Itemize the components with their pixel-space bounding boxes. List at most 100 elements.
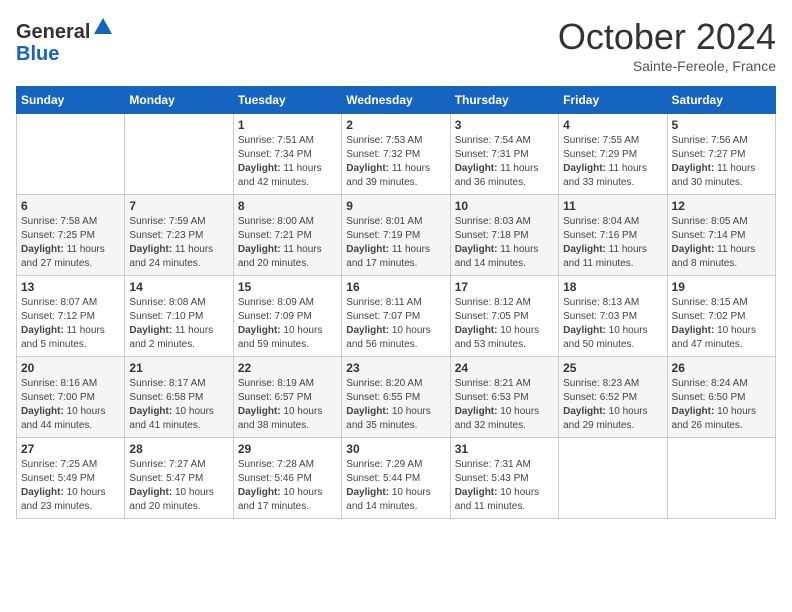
calendar-cell bbox=[667, 438, 775, 519]
day-number: 26 bbox=[672, 361, 771, 375]
day-info: Sunrise: 8:24 AMSunset: 6:50 PMDaylight:… bbox=[672, 377, 771, 433]
day-info: Sunrise: 7:29 AMSunset: 5:44 PMDaylight:… bbox=[346, 458, 445, 514]
day-info: Sunrise: 8:17 AMSunset: 6:58 PMDaylight:… bbox=[129, 377, 228, 433]
day-number: 27 bbox=[21, 442, 120, 456]
day-number: 4 bbox=[563, 118, 662, 132]
day-number: 23 bbox=[346, 361, 445, 375]
day-number: 14 bbox=[129, 280, 228, 294]
days-of-week-row: Sunday Monday Tuesday Wednesday Thursday… bbox=[17, 87, 776, 114]
day-info: Sunrise: 7:59 AMSunset: 7:23 PMDaylight:… bbox=[129, 215, 228, 271]
day-info: Sunrise: 8:03 AMSunset: 7:18 PMDaylight:… bbox=[455, 215, 554, 271]
header-thursday: Thursday bbox=[450, 87, 558, 114]
day-number: 8 bbox=[238, 199, 337, 213]
calendar-week-row: 6Sunrise: 7:58 AMSunset: 7:25 PMDaylight… bbox=[17, 195, 776, 276]
calendar-cell: 5 Sunrise: 7:56 AMSunset: 7:27 PMDaylight… bbox=[667, 114, 775, 195]
day-info: Sunrise: 8:21 AMSunset: 6:53 PMDaylight:… bbox=[455, 377, 554, 433]
day-number: 12 bbox=[672, 199, 771, 213]
header-friday: Friday bbox=[559, 87, 667, 114]
day-number: 24 bbox=[455, 361, 554, 375]
day-number: 29 bbox=[238, 442, 337, 456]
day-number: 6 bbox=[21, 199, 120, 213]
header-monday: Monday bbox=[125, 87, 233, 114]
day-number: 2 bbox=[346, 118, 445, 132]
calendar-cell: 26 Sunrise: 8:24 AMSunset: 6:50 PMDayligh… bbox=[667, 357, 775, 438]
calendar-week-row: 20 Sunrise: 8:16 AMSunset: 7:00 PMDayligh… bbox=[17, 357, 776, 438]
calendar-cell: 24 Sunrise: 8:21 AMSunset: 6:53 PMDayligh… bbox=[450, 357, 558, 438]
day-number: 22 bbox=[238, 361, 337, 375]
calendar-cell: 29 Sunrise: 7:28 AMSunset: 5:46 PMDayligh… bbox=[233, 438, 341, 519]
calendar-cell: 17 Sunrise: 8:12 AMSunset: 7:05 PMDayligh… bbox=[450, 276, 558, 357]
day-number: 15 bbox=[238, 280, 337, 294]
logo: General Blue bbox=[16, 16, 114, 65]
month-title: October 2024 bbox=[558, 16, 776, 58]
day-info: Sunrise: 8:19 AMSunset: 6:57 PMDaylight:… bbox=[238, 377, 337, 433]
calendar-cell: 14Sunrise: 8:08 AMSunset: 7:10 PMDayligh… bbox=[125, 276, 233, 357]
calendar-cell bbox=[559, 438, 667, 519]
day-info: Sunrise: 7:25 AMSunset: 5:49 PMDaylight:… bbox=[21, 458, 120, 514]
day-info: Sunrise: 8:07 AMSunset: 7:12 PMDaylight:… bbox=[21, 296, 120, 352]
calendar-cell: 9Sunrise: 8:01 AMSunset: 7:19 PMDaylight… bbox=[342, 195, 450, 276]
location-subtitle: Sainte-Fereole, France bbox=[558, 58, 776, 74]
calendar-week-row: 27 Sunrise: 7:25 AMSunset: 5:49 PMDayligh… bbox=[17, 438, 776, 519]
title-block: October 2024 Sainte-Fereole, France bbox=[558, 16, 776, 74]
calendar-week-row: 1Sunrise: 7:51 AMSunset: 7:34 PMDaylight… bbox=[17, 114, 776, 195]
calendar-cell bbox=[125, 114, 233, 195]
calendar-cell: 18Sunrise: 8:13 AMSunset: 7:03 PMDayligh… bbox=[559, 276, 667, 357]
calendar-cell: 16Sunrise: 8:11 AMSunset: 7:07 PMDayligh… bbox=[342, 276, 450, 357]
calendar-cell: 22 Sunrise: 8:19 AMSunset: 6:57 PMDayligh… bbox=[233, 357, 341, 438]
calendar-cell: 12Sunrise: 8:05 AMSunset: 7:14 PMDayligh… bbox=[667, 195, 775, 276]
day-number: 5 bbox=[672, 118, 771, 132]
day-number: 20 bbox=[21, 361, 120, 375]
day-number: 11 bbox=[563, 199, 662, 213]
calendar-header: Sunday Monday Tuesday Wednesday Thursday… bbox=[17, 87, 776, 114]
calendar-cell: 11 Sunrise: 8:04 AMSunset: 7:16 PMDayligh… bbox=[559, 195, 667, 276]
day-info: Sunrise: 8:00 AMSunset: 7:21 PMDaylight:… bbox=[238, 215, 337, 271]
day-number: 31 bbox=[455, 442, 554, 456]
calendar-cell: 21 Sunrise: 8:17 AMSunset: 6:58 PMDayligh… bbox=[125, 357, 233, 438]
day-info: Sunrise: 8:04 AMSunset: 7:16 PMDaylight:… bbox=[563, 215, 662, 271]
day-number: 17 bbox=[455, 280, 554, 294]
day-number: 10 bbox=[455, 199, 554, 213]
calendar-cell: 13 Sunrise: 8:07 AMSunset: 7:12 PMDayligh… bbox=[17, 276, 125, 357]
day-info: Sunrise: 8:20 AMSunset: 6:55 PMDaylight:… bbox=[346, 377, 445, 433]
calendar-cell: 19Sunrise: 8:15 AMSunset: 7:02 PMDayligh… bbox=[667, 276, 775, 357]
calendar-cell: 30 Sunrise: 7:29 AMSunset: 5:44 PMDayligh… bbox=[342, 438, 450, 519]
day-info: Sunrise: 7:54 AMSunset: 7:31 PMDaylight:… bbox=[455, 134, 554, 190]
day-info: Sunrise: 8:12 AMSunset: 7:05 PMDaylight:… bbox=[455, 296, 554, 352]
logo-general-text: General bbox=[16, 21, 90, 43]
calendar-table: Sunday Monday Tuesday Wednesday Thursday… bbox=[16, 86, 776, 519]
day-number: 1 bbox=[238, 118, 337, 132]
calendar-cell: 3 Sunrise: 7:54 AMSunset: 7:31 PMDaylight… bbox=[450, 114, 558, 195]
day-info: Sunrise: 7:53 AMSunset: 7:32 PMDaylight:… bbox=[346, 134, 445, 190]
logo-icon bbox=[92, 16, 114, 38]
calendar-cell bbox=[17, 114, 125, 195]
day-number: 13 bbox=[21, 280, 120, 294]
calendar-cell: 7Sunrise: 7:59 AMSunset: 7:23 PMDaylight… bbox=[125, 195, 233, 276]
day-number: 21 bbox=[129, 361, 228, 375]
calendar-cell: 2 Sunrise: 7:53 AMSunset: 7:32 PMDaylight… bbox=[342, 114, 450, 195]
header-wednesday: Wednesday bbox=[342, 87, 450, 114]
day-info: Sunrise: 7:31 AMSunset: 5:43 PMDaylight:… bbox=[455, 458, 554, 514]
day-info: Sunrise: 7:55 AMSunset: 7:29 PMDaylight:… bbox=[563, 134, 662, 190]
day-info: Sunrise: 7:28 AMSunset: 5:46 PMDaylight:… bbox=[238, 458, 337, 514]
header-saturday: Saturday bbox=[667, 87, 775, 114]
calendar-cell: 1Sunrise: 7:51 AMSunset: 7:34 PMDaylight… bbox=[233, 114, 341, 195]
page-header: General Blue October 2024 Sainte-Fereole… bbox=[16, 16, 776, 74]
calendar-cell: 20 Sunrise: 8:16 AMSunset: 7:00 PMDayligh… bbox=[17, 357, 125, 438]
header-tuesday: Tuesday bbox=[233, 87, 341, 114]
day-number: 30 bbox=[346, 442, 445, 456]
logo-blue-text: Blue bbox=[16, 43, 59, 65]
calendar-cell: 31 Sunrise: 7:31 AMSunset: 5:43 PMDayligh… bbox=[450, 438, 558, 519]
calendar-cell: 6Sunrise: 7:58 AMSunset: 7:25 PMDaylight… bbox=[17, 195, 125, 276]
calendar-cell: 15Sunrise: 8:09 AMSunset: 7:09 PMDayligh… bbox=[233, 276, 341, 357]
day-info: Sunrise: 8:11 AMSunset: 7:07 PMDaylight:… bbox=[346, 296, 445, 352]
day-number: 25 bbox=[563, 361, 662, 375]
day-info: Sunrise: 7:56 AMSunset: 7:27 PMDaylight:… bbox=[672, 134, 771, 190]
calendar-cell: 27 Sunrise: 7:25 AMSunset: 5:49 PMDayligh… bbox=[17, 438, 125, 519]
day-info: Sunrise: 8:16 AMSunset: 7:00 PMDaylight:… bbox=[21, 377, 120, 433]
day-number: 19 bbox=[672, 280, 771, 294]
day-info: Sunrise: 8:01 AMSunset: 7:19 PMDaylight:… bbox=[346, 215, 445, 271]
day-number: 28 bbox=[129, 442, 228, 456]
day-number: 3 bbox=[455, 118, 554, 132]
calendar-cell: 8 Sunrise: 8:00 AMSunset: 7:21 PMDaylight… bbox=[233, 195, 341, 276]
